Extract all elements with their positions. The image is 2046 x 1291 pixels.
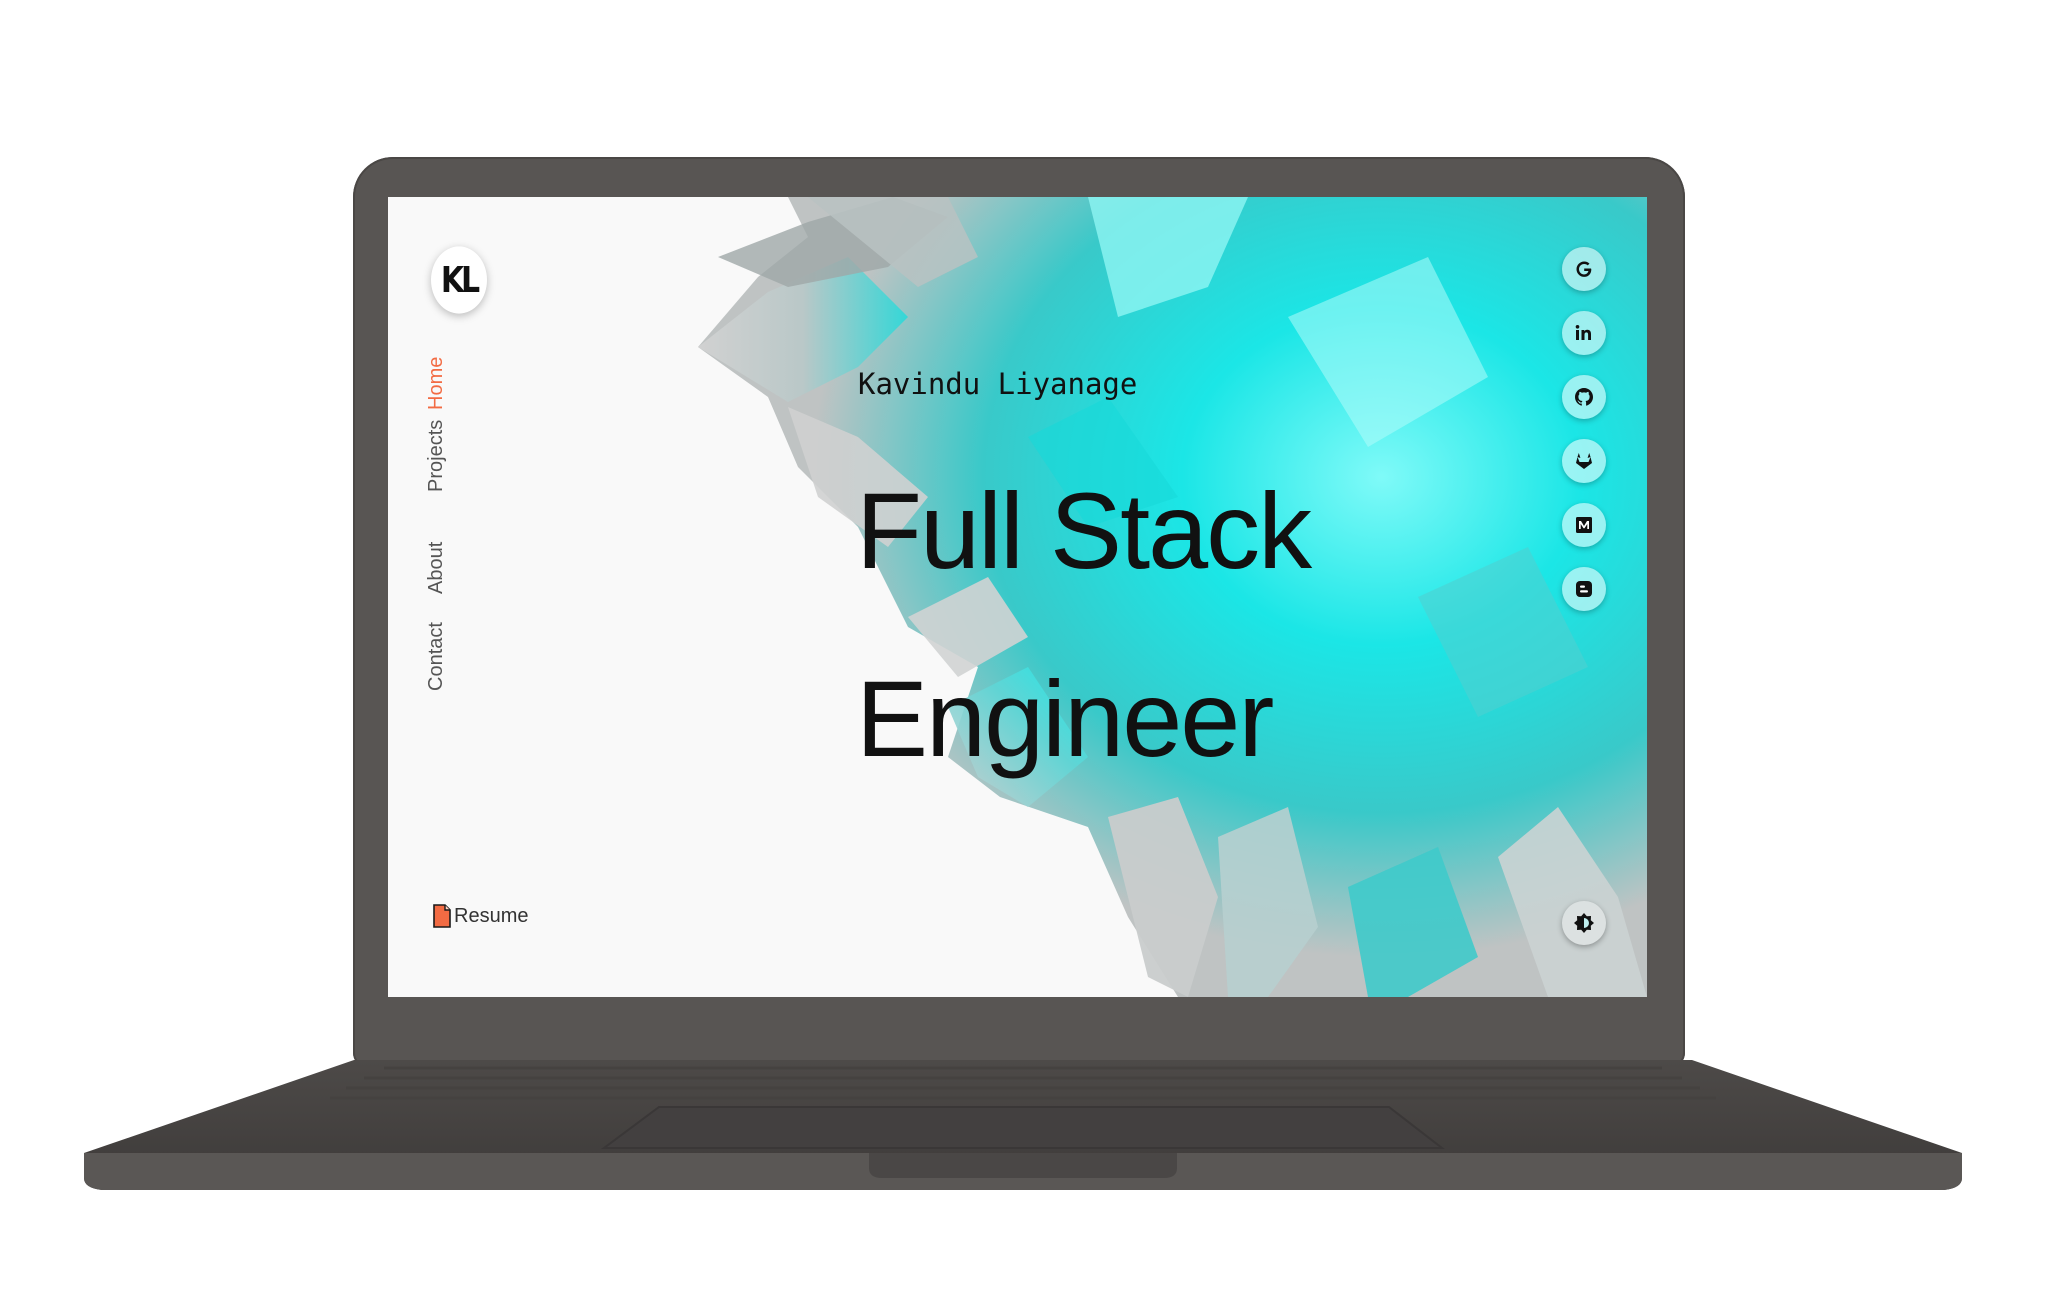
hero-title-line2: Engineer [856,658,1274,779]
blogger-icon [1576,581,1592,597]
medium-link[interactable] [1562,503,1606,547]
resume-label: Resume [454,904,529,927]
brightness-icon [1574,913,1594,933]
linkedin-link[interactable] [1562,311,1606,355]
screen: KL Home Projects About Contact Resume Ka… [388,197,1647,997]
vertical-nav: Home Projects About Contact [425,352,455,732]
github-icon [1575,388,1593,406]
gitlab-icon [1576,453,1592,469]
google-link[interactable] [1562,247,1606,291]
gitlab-link[interactable] [1562,439,1606,483]
laptop-mockup: KL Home Projects About Contact Resume Ka… [0,0,2046,1291]
nav-item-projects[interactable]: Projects [425,420,448,492]
theme-toggle-button[interactable] [1562,901,1606,945]
medium-icon [1576,517,1592,533]
resume-link[interactable]: Resume [433,904,528,928]
linkedin-icon [1575,325,1591,340]
google-icon [1576,261,1592,277]
github-link[interactable] [1562,375,1606,419]
laptop-base [84,1060,1962,1190]
hero-name: Kavindu Liyanage [858,367,1138,401]
hero-title-line1: Full Stack [856,470,1312,591]
social-links [1562,247,1608,631]
logo[interactable]: KL [431,246,487,314]
file-icon [433,904,451,928]
hero-background-art [698,197,1647,997]
blogger-link[interactable] [1562,567,1606,611]
nav-item-contact[interactable]: Contact [425,622,448,691]
nav-item-about[interactable]: About [425,542,448,594]
nav-item-home[interactable]: Home [425,357,448,410]
